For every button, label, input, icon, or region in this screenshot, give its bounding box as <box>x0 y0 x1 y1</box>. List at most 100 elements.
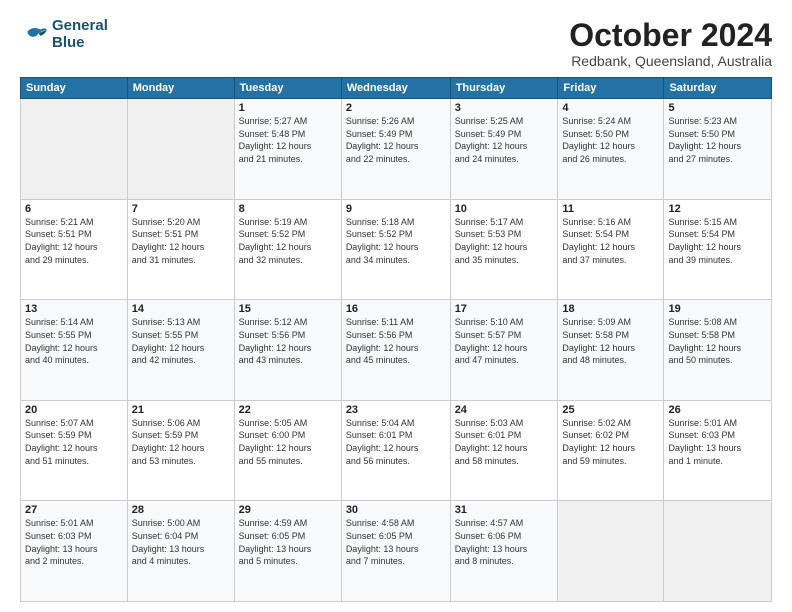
calendar-cell: 12Sunrise: 5:15 AM Sunset: 5:54 PM Dayli… <box>664 199 772 300</box>
weekday-header-monday: Monday <box>127 78 234 99</box>
day-number: 31 <box>455 504 554 516</box>
week-row-3: 13Sunrise: 5:14 AM Sunset: 5:55 PM Dayli… <box>21 300 772 401</box>
day-info: Sunrise: 5:07 AM Sunset: 5:59 PM Dayligh… <box>25 417 123 467</box>
day-number: 5 <box>668 102 767 114</box>
logo-line1: General <box>52 18 108 35</box>
calendar-cell: 3Sunrise: 5:25 AM Sunset: 5:49 PM Daylig… <box>450 99 558 200</box>
day-info: Sunrise: 5:00 AM Sunset: 6:04 PM Dayligh… <box>132 517 230 567</box>
calendar-cell: 18Sunrise: 5:09 AM Sunset: 5:58 PM Dayli… <box>558 300 664 401</box>
day-number: 4 <box>562 102 659 114</box>
calendar-cell: 10Sunrise: 5:17 AM Sunset: 5:53 PM Dayli… <box>450 199 558 300</box>
day-info: Sunrise: 5:27 AM Sunset: 5:48 PM Dayligh… <box>239 115 337 165</box>
day-info: Sunrise: 5:13 AM Sunset: 5:55 PM Dayligh… <box>132 316 230 366</box>
calendar-cell <box>21 99 128 200</box>
day-info: Sunrise: 5:17 AM Sunset: 5:53 PM Dayligh… <box>455 216 554 266</box>
day-info: Sunrise: 5:19 AM Sunset: 5:52 PM Dayligh… <box>239 216 337 266</box>
week-row-5: 27Sunrise: 5:01 AM Sunset: 6:03 PM Dayli… <box>21 501 772 602</box>
calendar-cell: 27Sunrise: 5:01 AM Sunset: 6:03 PM Dayli… <box>21 501 128 602</box>
calendar-cell: 13Sunrise: 5:14 AM Sunset: 5:55 PM Dayli… <box>21 300 128 401</box>
logo-line2: Blue <box>52 35 108 52</box>
calendar-cell: 22Sunrise: 5:05 AM Sunset: 6:00 PM Dayli… <box>234 400 341 501</box>
day-info: Sunrise: 5:26 AM Sunset: 5:49 PM Dayligh… <box>346 115 446 165</box>
day-number: 28 <box>132 504 230 516</box>
page: General Blue October 2024 Redbank, Queen… <box>0 0 792 612</box>
day-info: Sunrise: 5:23 AM Sunset: 5:50 PM Dayligh… <box>668 115 767 165</box>
day-number: 30 <box>346 504 446 516</box>
calendar-cell: 16Sunrise: 5:11 AM Sunset: 5:56 PM Dayli… <box>341 300 450 401</box>
day-number: 7 <box>132 203 230 215</box>
day-info: Sunrise: 4:58 AM Sunset: 6:05 PM Dayligh… <box>346 517 446 567</box>
calendar-cell: 24Sunrise: 5:03 AM Sunset: 6:01 PM Dayli… <box>450 400 558 501</box>
day-number: 13 <box>25 303 123 315</box>
calendar-cell: 21Sunrise: 5:06 AM Sunset: 5:59 PM Dayli… <box>127 400 234 501</box>
weekday-header-tuesday: Tuesday <box>234 78 341 99</box>
month-title: October 2024 <box>569 18 772 53</box>
calendar-cell: 11Sunrise: 5:16 AM Sunset: 5:54 PM Dayli… <box>558 199 664 300</box>
day-info: Sunrise: 5:09 AM Sunset: 5:58 PM Dayligh… <box>562 316 659 366</box>
weekday-header-sunday: Sunday <box>21 78 128 99</box>
day-number: 12 <box>668 203 767 215</box>
location: Redbank, Queensland, Australia <box>569 53 772 69</box>
week-row-1: 1Sunrise: 5:27 AM Sunset: 5:48 PM Daylig… <box>21 99 772 200</box>
day-info: Sunrise: 5:21 AM Sunset: 5:51 PM Dayligh… <box>25 216 123 266</box>
logo-text-block: General Blue <box>52 18 108 51</box>
day-number: 20 <box>25 404 123 416</box>
calendar-cell: 4Sunrise: 5:24 AM Sunset: 5:50 PM Daylig… <box>558 99 664 200</box>
calendar-cell <box>664 501 772 602</box>
calendar-cell: 1Sunrise: 5:27 AM Sunset: 5:48 PM Daylig… <box>234 99 341 200</box>
day-number: 22 <box>239 404 337 416</box>
logo: General Blue <box>20 18 108 51</box>
day-number: 27 <box>25 504 123 516</box>
calendar-cell: 9Sunrise: 5:18 AM Sunset: 5:52 PM Daylig… <box>341 199 450 300</box>
calendar-cell: 6Sunrise: 5:21 AM Sunset: 5:51 PM Daylig… <box>21 199 128 300</box>
day-info: Sunrise: 5:03 AM Sunset: 6:01 PM Dayligh… <box>455 417 554 467</box>
calendar-cell: 31Sunrise: 4:57 AM Sunset: 6:06 PM Dayli… <box>450 501 558 602</box>
day-number: 29 <box>239 504 337 516</box>
calendar-cell: 23Sunrise: 5:04 AM Sunset: 6:01 PM Dayli… <box>341 400 450 501</box>
day-info: Sunrise: 5:20 AM Sunset: 5:51 PM Dayligh… <box>132 216 230 266</box>
logo-icon <box>20 24 48 46</box>
calendar-cell <box>127 99 234 200</box>
header: General Blue October 2024 Redbank, Queen… <box>20 18 772 69</box>
day-number: 26 <box>668 404 767 416</box>
day-info: Sunrise: 5:25 AM Sunset: 5:49 PM Dayligh… <box>455 115 554 165</box>
day-number: 16 <box>346 303 446 315</box>
day-info: Sunrise: 5:06 AM Sunset: 5:59 PM Dayligh… <box>132 417 230 467</box>
calendar-cell: 25Sunrise: 5:02 AM Sunset: 6:02 PM Dayli… <box>558 400 664 501</box>
calendar-cell: 30Sunrise: 4:58 AM Sunset: 6:05 PM Dayli… <box>341 501 450 602</box>
day-number: 15 <box>239 303 337 315</box>
calendar-cell: 28Sunrise: 5:00 AM Sunset: 6:04 PM Dayli… <box>127 501 234 602</box>
calendar-table: SundayMondayTuesdayWednesdayThursdayFrid… <box>20 77 772 602</box>
weekday-header-row: SundayMondayTuesdayWednesdayThursdayFrid… <box>21 78 772 99</box>
calendar-cell: 7Sunrise: 5:20 AM Sunset: 5:51 PM Daylig… <box>127 199 234 300</box>
calendar-cell: 15Sunrise: 5:12 AM Sunset: 5:56 PM Dayli… <box>234 300 341 401</box>
day-number: 19 <box>668 303 767 315</box>
day-number: 25 <box>562 404 659 416</box>
day-info: Sunrise: 4:59 AM Sunset: 6:05 PM Dayligh… <box>239 517 337 567</box>
calendar-cell: 2Sunrise: 5:26 AM Sunset: 5:49 PM Daylig… <box>341 99 450 200</box>
day-number: 1 <box>239 102 337 114</box>
week-row-4: 20Sunrise: 5:07 AM Sunset: 5:59 PM Dayli… <box>21 400 772 501</box>
day-number: 10 <box>455 203 554 215</box>
day-number: 23 <box>346 404 446 416</box>
weekday-header-wednesday: Wednesday <box>341 78 450 99</box>
day-info: Sunrise: 5:01 AM Sunset: 6:03 PM Dayligh… <box>668 417 767 467</box>
day-info: Sunrise: 5:10 AM Sunset: 5:57 PM Dayligh… <box>455 316 554 366</box>
day-number: 2 <box>346 102 446 114</box>
calendar-cell: 26Sunrise: 5:01 AM Sunset: 6:03 PM Dayli… <box>664 400 772 501</box>
day-info: Sunrise: 5:02 AM Sunset: 6:02 PM Dayligh… <box>562 417 659 467</box>
title-block: October 2024 Redbank, Queensland, Austra… <box>569 18 772 69</box>
day-info: Sunrise: 5:08 AM Sunset: 5:58 PM Dayligh… <box>668 316 767 366</box>
weekday-header-thursday: Thursday <box>450 78 558 99</box>
day-info: Sunrise: 5:24 AM Sunset: 5:50 PM Dayligh… <box>562 115 659 165</box>
calendar-cell: 29Sunrise: 4:59 AM Sunset: 6:05 PM Dayli… <box>234 501 341 602</box>
day-info: Sunrise: 5:01 AM Sunset: 6:03 PM Dayligh… <box>25 517 123 567</box>
day-number: 11 <box>562 203 659 215</box>
day-info: Sunrise: 5:18 AM Sunset: 5:52 PM Dayligh… <box>346 216 446 266</box>
calendar-cell: 14Sunrise: 5:13 AM Sunset: 5:55 PM Dayli… <box>127 300 234 401</box>
day-number: 17 <box>455 303 554 315</box>
calendar-cell: 17Sunrise: 5:10 AM Sunset: 5:57 PM Dayli… <box>450 300 558 401</box>
day-number: 18 <box>562 303 659 315</box>
day-info: Sunrise: 5:14 AM Sunset: 5:55 PM Dayligh… <box>25 316 123 366</box>
day-number: 3 <box>455 102 554 114</box>
